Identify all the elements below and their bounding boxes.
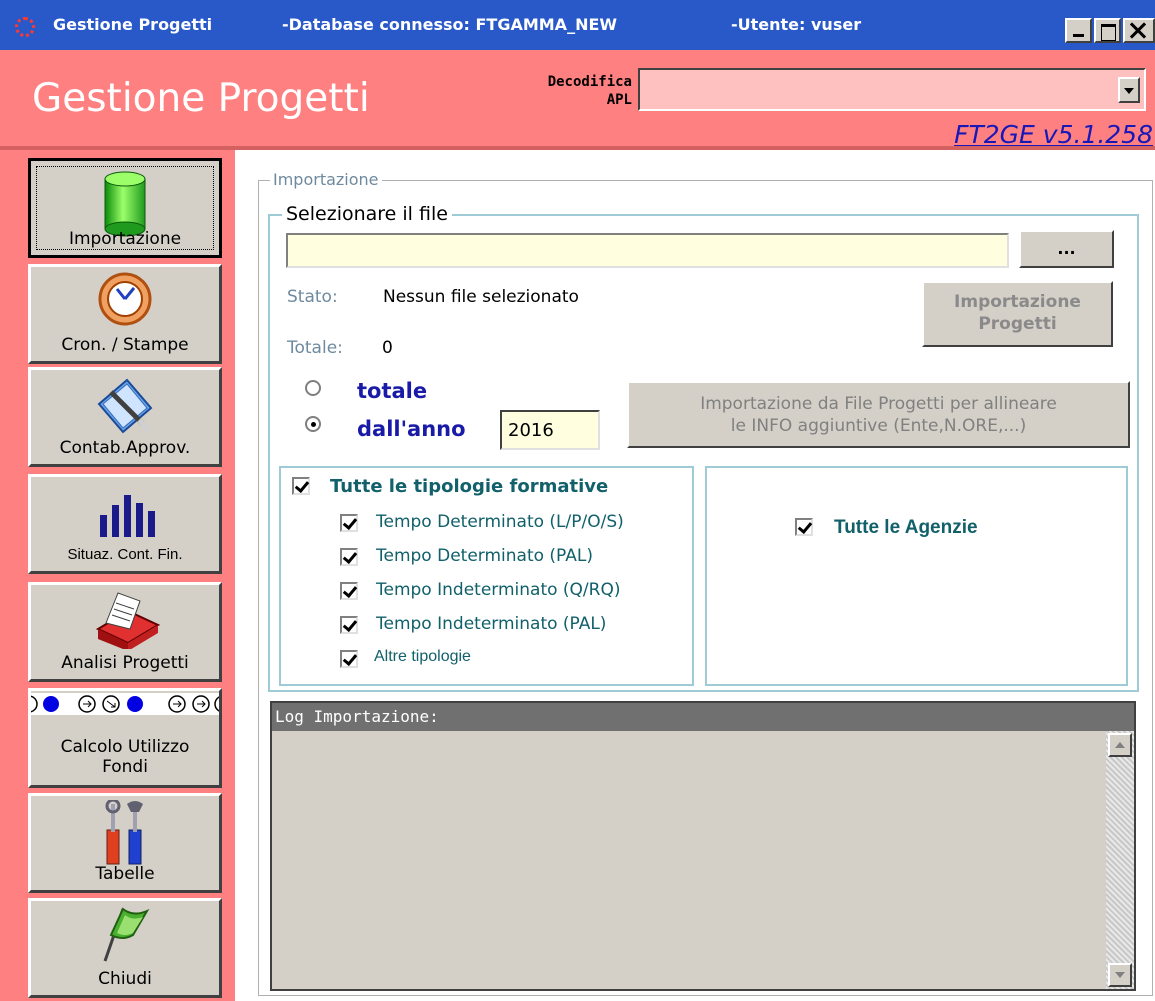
sidebar-item-label: Situaz. Cont. Fin. xyxy=(67,546,183,563)
sidebar-item-label: Calcolo Utilizzo Fondi xyxy=(60,737,190,777)
tutte-tipologie-label: Tutte le tipologie formative xyxy=(330,476,609,497)
chevron-down-icon[interactable] xyxy=(1118,77,1140,103)
sidebar-item-label: Tabelle xyxy=(95,864,155,884)
importazione-progetti-button[interactable]: Importazione Progetti xyxy=(922,281,1113,347)
radio-totale-label: totale xyxy=(357,379,428,403)
sidebar-item-label: Analisi Progetti xyxy=(61,653,189,673)
sidebar-item-label: Chiudi xyxy=(98,969,152,989)
agenzie-group xyxy=(705,466,1128,686)
version-label: FT2GE v5.1.258 xyxy=(954,120,1153,149)
browse-file-button[interactable]: ... xyxy=(1019,230,1114,268)
log-importazione-panel[interactable] xyxy=(270,701,1136,991)
decodifica-apl-combo[interactable] xyxy=(638,68,1146,111)
tools-icon xyxy=(103,798,147,866)
tipologia-label: Tempo Determinato (L/P/O/S) xyxy=(376,512,624,532)
progress-dots-icon xyxy=(31,693,219,715)
sidebar-item-label: Importazione xyxy=(68,229,182,249)
sidebar: Importazione Cron. / Stampe Contab.Appro… xyxy=(0,150,235,1001)
chevron-down-icon xyxy=(1115,972,1125,978)
radio-dall-anno-label: dall'anno xyxy=(357,417,466,441)
checkbox-tipologia[interactable] xyxy=(340,650,358,668)
sidebar-item-analisi-progetti[interactable]: Analisi Progetti xyxy=(28,582,222,682)
ledger-pen-icon xyxy=(93,374,157,436)
totale-value: 0 xyxy=(382,338,393,358)
checkbox-tutte-agenzie[interactable] xyxy=(795,518,813,536)
window-title-user: -Utente: vuser xyxy=(731,15,862,34)
green-flag-icon xyxy=(97,905,153,963)
log-importazione-title: Log Importazione: xyxy=(272,703,1134,731)
file-path-input[interactable] xyxy=(286,233,1009,268)
tipologia-label: Tempo Determinato (PAL) xyxy=(376,546,593,566)
totale-label: Totale: xyxy=(287,338,343,358)
window-title-app: Gestione Progetti xyxy=(53,15,213,34)
radio-totale[interactable] xyxy=(305,380,321,396)
tipologia-label: Tempo Indeterminato (Q/RQ) xyxy=(376,580,621,600)
checkbox-tutte-tipologie[interactable] xyxy=(292,477,310,495)
log-scrollbar[interactable] xyxy=(1106,731,1134,989)
scroll-up-button[interactable] xyxy=(1108,733,1132,757)
sidebar-item-contab-approv[interactable]: Contab.Approv. xyxy=(28,367,222,467)
maximize-button[interactable] xyxy=(1094,18,1121,43)
window-title-database: -Database connesso: FTGAMMA_NEW xyxy=(282,15,618,34)
checkbox-tipologia[interactable] xyxy=(340,514,358,532)
bar-chart-icon xyxy=(94,491,156,537)
checkbox-tipologia[interactable] xyxy=(340,582,358,600)
tutte-agenzie-label: Tutte le Agenzie xyxy=(834,517,978,538)
sidebar-item-tabelle[interactable]: Tabelle xyxy=(28,793,222,893)
radio-dall-anno[interactable] xyxy=(305,416,321,432)
tipologia-label: Tempo Indeterminato (PAL) xyxy=(376,614,607,634)
importazione-allinea-info-button[interactable]: Importazione da File Progetti per alline… xyxy=(627,381,1130,448)
tipologia-label: Altre tipologie xyxy=(374,648,471,665)
sidebar-item-chiudi[interactable]: Chiudi xyxy=(28,898,222,998)
card-file-icon xyxy=(88,589,162,651)
scroll-down-button[interactable] xyxy=(1108,963,1132,987)
page-title: Gestione Progetti xyxy=(32,76,370,121)
selezionare-file-title: Selezionare il file xyxy=(282,203,452,225)
green-cylinder-icon xyxy=(103,171,147,237)
minimize-button[interactable] xyxy=(1065,18,1092,43)
stato-value: Nessun file selezionato xyxy=(383,287,579,307)
window-title-bar[interactable]: Gestione Progetti -Database connesso: FT… xyxy=(0,0,1155,50)
chevron-up-icon xyxy=(1115,742,1125,748)
sidebar-item-calcolo-utilizzo-fondi[interactable]: Calcolo Utilizzo Fondi xyxy=(28,688,222,788)
checkbox-tipologia[interactable] xyxy=(340,548,358,566)
decodifica-apl-label: Decodifica APL xyxy=(547,74,632,108)
sidebar-item-importazione[interactable]: Importazione xyxy=(28,158,222,258)
stato-label: Stato: xyxy=(287,287,338,307)
sidebar-item-label: Contab.Approv. xyxy=(59,438,191,458)
checkbox-tipologia[interactable] xyxy=(340,616,358,634)
sidebar-item-situaz-cont-fin[interactable]: Situaz. Cont. Fin. xyxy=(28,474,222,574)
app-icon xyxy=(15,17,35,37)
sidebar-item-label: Cron. / Stampe xyxy=(61,335,189,355)
importazione-group-title: Importazione xyxy=(270,170,382,189)
sidebar-item-cron-stampe[interactable]: Cron. / Stampe xyxy=(28,264,222,364)
anno-input[interactable]: 2016 xyxy=(500,410,600,450)
close-window-button[interactable] xyxy=(1123,18,1155,43)
clock-icon xyxy=(97,271,153,327)
